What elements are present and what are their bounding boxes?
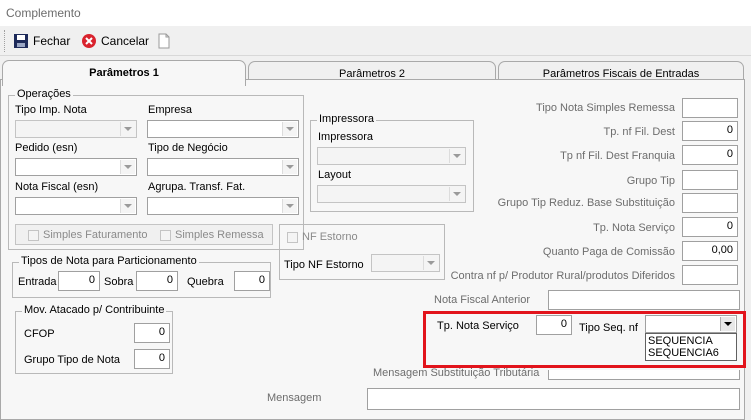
cancel-icon — [82, 34, 96, 48]
simples-remessa-checkbox[interactable]: Simples Remessa — [160, 229, 264, 241]
fechar-button[interactable]: Fechar — [10, 30, 73, 52]
new-document-button[interactable] — [154, 30, 174, 52]
tipo-nota-simples-remessa-label: Tipo Nota Simples Remessa — [536, 102, 675, 114]
contra-nf-label: Contra nf p/ Produtor Rural/produtos Dif… — [450, 270, 675, 282]
operacoes-title: Operações — [15, 88, 73, 100]
tp-nf-fil-dest-franquia-label: Tp nf Fil. Dest Franquia — [560, 150, 675, 162]
contra-nf-input[interactable] — [682, 265, 738, 285]
empresa-combo[interactable] — [147, 120, 299, 138]
impressora-combo[interactable] — [317, 147, 466, 165]
tipo-negocio-combo[interactable] — [147, 158, 299, 176]
mensagem-subst-input[interactable] — [548, 370, 740, 380]
tipo-negocio-label: Tipo de Negócio — [148, 142, 228, 154]
simples-faturamento-checkbox[interactable]: Simples Faturamento — [28, 229, 148, 241]
mov-atacado-title: Mov. Atacado p/ Contribuinte — [22, 304, 167, 316]
title-bar: Complemento — [0, 0, 751, 26]
sobra-input[interactable]: 0 — [136, 271, 178, 291]
quanto-paga-label: Quanto Paga de Comissão — [542, 246, 675, 258]
impressora-label: Impressora — [318, 131, 374, 143]
agrupa-label: Agrupa. Transf. Fat. — [148, 181, 246, 193]
mensagem-subst-label: Mensagem Substituição Tributária — [373, 367, 540, 379]
tp-nf-fil-dest-input[interactable]: 0 — [682, 121, 738, 141]
floppy-disk-icon — [14, 34, 28, 48]
layout-label: Layout — [318, 169, 352, 181]
grupo-tip-reduz-input[interactable] — [682, 193, 738, 213]
nota-fiscal-combo[interactable] — [15, 197, 137, 215]
tp-nota-servico-input[interactable]: 0 — [682, 217, 738, 237]
tipos-nota-title: Tipos de Nota para Particionamento — [19, 255, 199, 267]
nota-fiscal-label: Nota Fiscal (esn) — [15, 181, 99, 193]
pedido-combo[interactable] — [15, 158, 137, 176]
pedido-label: Pedido (esn) — [15, 142, 78, 154]
grupo-tipo-nota-input[interactable]: 0 — [134, 349, 170, 369]
sobra-label: Sobra — [104, 276, 134, 288]
cancelar-button[interactable]: Cancelar — [78, 30, 152, 52]
quebra-input[interactable]: 0 — [234, 271, 270, 291]
nf-estorno-checkbox[interactable]: NF Estorno — [287, 231, 358, 243]
grupo-tip-input[interactable] — [682, 170, 738, 190]
blank-document-icon — [158, 33, 170, 49]
tipo-nf-estorno-label: Tipo NF Estorno — [284, 259, 364, 271]
cancelar-label: Cancelar — [101, 34, 150, 48]
mensagem-label: Mensagem — [267, 392, 322, 404]
nota-fiscal-anterior-input[interactable] — [548, 290, 740, 310]
toolbar: Fechar Cancelar — [0, 26, 751, 56]
cfop-input[interactable]: 0 — [134, 323, 170, 343]
tipo-nota-simples-remessa-input[interactable] — [682, 98, 738, 118]
entrada-label: Entrada — [18, 276, 57, 288]
tipo-imp-nota-label: Tipo Imp. Nota — [15, 104, 87, 116]
layout-combo[interactable] — [317, 185, 466, 203]
grupo-tipo-nota-label: Grupo Tipo de Nota — [24, 354, 121, 366]
quebra-label: Quebra — [187, 276, 224, 288]
tp-nf-fil-dest-label: Tp. nf Fil. Dest — [603, 126, 675, 138]
highlight-box — [423, 311, 746, 368]
agrupa-combo[interactable] — [147, 197, 299, 215]
mensagem-input[interactable] — [367, 388, 740, 410]
window-title: Complemento — [6, 6, 81, 20]
cfop-label: CFOP — [24, 328, 55, 340]
entrada-input[interactable]: 0 — [58, 271, 100, 291]
tp-nota-servico-label: Tp. Nota Serviço — [593, 222, 675, 234]
nota-fiscal-anterior-label: Nota Fiscal Anterior — [434, 294, 530, 306]
grupo-tip-reduz-label: Grupo Tip Reduz. Base Substituição — [497, 197, 675, 209]
tipo-nf-estorno-combo[interactable] — [371, 254, 440, 272]
tipo-imp-nota-combo[interactable] — [15, 120, 137, 138]
empresa-label: Empresa — [148, 104, 193, 116]
tp-nf-fil-dest-franquia-input[interactable]: 0 — [682, 145, 738, 165]
fechar-label: Fechar — [33, 34, 71, 48]
toolbar-grip — [4, 30, 7, 52]
tab-parametros-1[interactable]: Parâmetros 1 — [2, 60, 246, 86]
quanto-paga-input[interactable]: 0,00 — [682, 241, 738, 261]
grupo-tip-label: Grupo Tip — [626, 175, 675, 187]
impressora-title: Impressora — [317, 113, 377, 125]
